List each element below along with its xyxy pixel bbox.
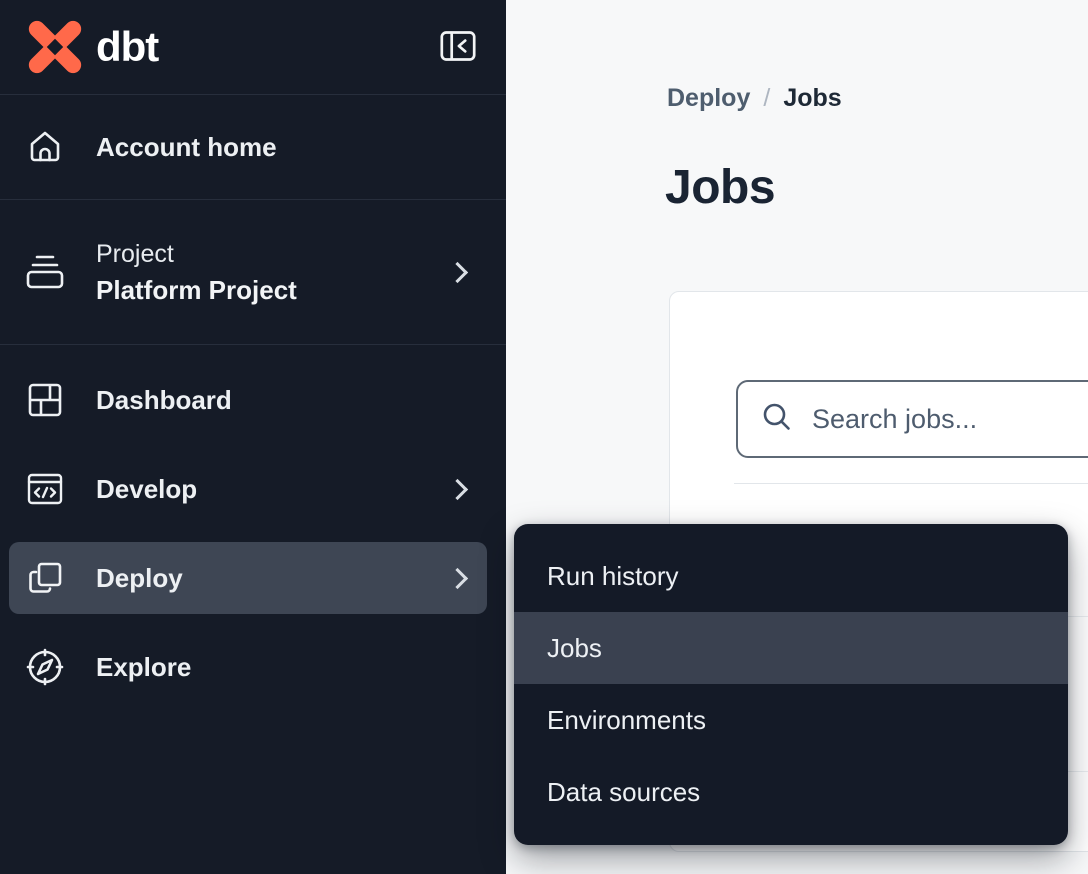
deploy-flyout-menu: Run history Jobs Environments Data sourc… [514,524,1068,845]
sidebar-item-account-home[interactable]: Account home [9,111,487,183]
dbt-wordmark: dbt [96,23,158,71]
menu-item-data-sources[interactable]: Data sources [514,756,1068,828]
compass-icon [24,646,66,688]
menu-item-run-history[interactable]: Run history [514,540,1068,612]
menu-item-environments[interactable]: Environments [514,684,1068,756]
sidebar-item-project[interactable]: Project Platform Project [9,236,487,308]
sidebar-item-project-labels: Project Platform Project [96,236,297,308]
menu-item-jobs[interactable]: Jobs [514,612,1068,684]
search-icon [760,400,794,439]
chevron-right-icon [447,261,468,282]
chevron-right-icon [447,478,468,499]
dashboard-grid-icon [24,380,66,420]
code-window-icon [24,469,66,509]
sidebar-item-deploy[interactable]: Deploy [9,542,487,614]
dbt-logo-icon[interactable] [26,18,84,76]
sidebar-item-label: Explore [96,652,191,683]
sidebar-section-account: Account home [0,95,506,200]
sidebar-item-develop[interactable]: Develop [9,453,487,525]
sidebar-item-label: Dashboard [96,385,232,416]
search-box [736,380,1088,458]
chevron-right-icon [447,567,468,588]
page-title: Jobs [665,160,775,215]
search-jobs-input[interactable] [812,404,1088,435]
project-kicker: Project [96,236,297,272]
sidebar-section-nav: Dashboard Develop [0,345,506,703]
project-name: Platform Project [96,272,297,308]
project-stack-icon [24,249,66,295]
sidebar-item-explore[interactable]: Explore [9,631,487,703]
collapse-sidebar-icon [440,30,476,65]
breadcrumb-current: Jobs [783,84,841,113]
sidebar-item-label: Develop [96,474,197,505]
sidebar: dbt Account home [0,0,506,874]
sidebar-item-label: Account home [96,132,277,163]
card-divider [734,483,1088,484]
home-icon [24,127,66,167]
breadcrumb-deploy-link[interactable]: Deploy [667,84,750,113]
sidebar-header: dbt [0,0,506,95]
collapse-sidebar-button[interactable] [440,30,476,65]
breadcrumb-separator: / [763,84,770,113]
sidebar-section-project: Project Platform Project [0,200,506,345]
breadcrumb: Deploy / Jobs [667,84,842,113]
deploy-squares-icon [24,558,66,598]
sidebar-item-dashboard[interactable]: Dashboard [9,364,487,436]
sidebar-item-label: Deploy [96,563,183,594]
